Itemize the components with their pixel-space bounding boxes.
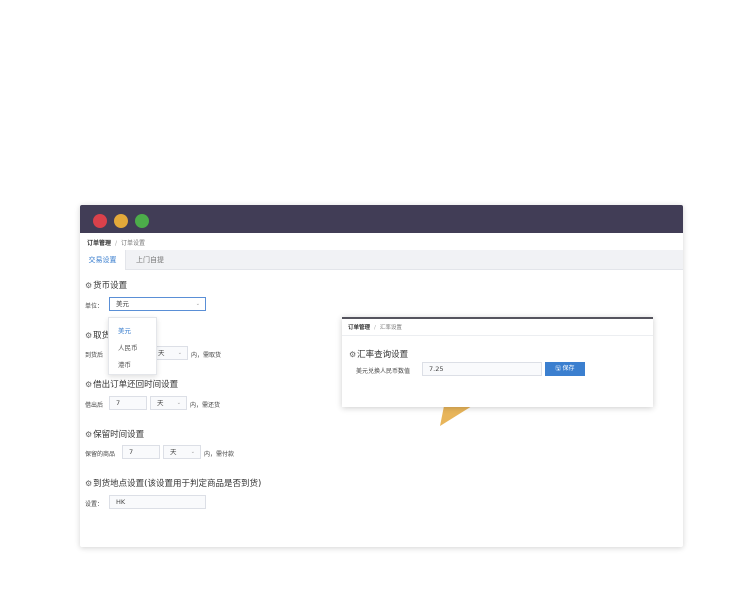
breadcrumb-current: 订单设置: [121, 240, 146, 247]
return-days-input[interactable]: 7: [109, 396, 147, 410]
pickup-prefix-label: 到货后: [85, 352, 104, 359]
return-title-text: 借出订单还回时间设置: [93, 380, 179, 390]
retain-unit-select[interactable]: 天 ⌄: [163, 445, 201, 459]
pickup-suffix-label: 内，需取货: [191, 352, 222, 359]
currency-option-hkd[interactable]: 港币: [118, 359, 131, 369]
location-label: 设置：: [85, 501, 104, 508]
popup-breadcrumb-separator: /: [374, 325, 376, 331]
retain-days-value: 7: [129, 448, 134, 456]
retain-title-text: 保留时间设置: [93, 430, 145, 440]
settings-gear-icon: ⚙: [85, 430, 93, 439]
return-unit-value: 天: [157, 399, 164, 407]
tab-self-pickup[interactable]: 上门自提: [130, 250, 170, 270]
pickup-unit-value: 天: [158, 349, 165, 357]
exchange-rate-label: 美元兑换人民币数值: [356, 368, 411, 375]
chevron-down-icon: ⌄: [195, 301, 200, 307]
save-icon: 🖫: [555, 365, 561, 372]
close-window-button[interactable]: [93, 214, 107, 228]
return-suffix-label: 内，需还货: [190, 402, 221, 409]
location-section-title: ⚙到货地点设置(该设置用于判定商品是否到货): [85, 477, 261, 489]
location-title-text: 到货地点设置(该设置用于判定商品是否到货): [93, 479, 262, 489]
settings-gear-icon: ⚙: [85, 281, 93, 290]
currency-dropdown-menu: 美元 人民币 港币: [108, 317, 157, 375]
exchange-rate-panel: 订单管理 / 汇率设置 ⚙汇率查询设置 美元兑换人民币数值 7.25 🖫 保存: [342, 317, 653, 407]
callout-pointer: [440, 406, 472, 426]
location-input[interactable]: HK: [109, 495, 206, 509]
popup-breadcrumb-current: 汇率设置: [379, 325, 402, 331]
return-unit-select[interactable]: 天 ⌄: [150, 396, 187, 410]
retain-section-title: ⚙保留时间设置: [85, 428, 144, 440]
currency-option-usd[interactable]: 美元: [118, 325, 131, 335]
return-days-value: 7: [116, 399, 121, 407]
retain-unit-value: 天: [170, 448, 177, 456]
exchange-rate-value: 7.25: [429, 365, 444, 373]
popup-breadcrumb-parent[interactable]: 订单管理: [348, 325, 370, 331]
currency-select[interactable]: 美元 ⌄: [109, 297, 206, 311]
breadcrumb: 订单管理 / 订单设置: [87, 238, 145, 247]
return-section-title: ⚙借出订单还回时间设置: [85, 378, 178, 390]
exchange-rate-title: ⚙汇率查询设置: [349, 348, 408, 360]
chevron-down-icon: ⌄: [176, 400, 181, 406]
tab-trade-settings[interactable]: 交易设置: [80, 250, 126, 270]
settings-gear-icon: ⚙: [85, 331, 93, 340]
exchange-rate-title-text: 汇率查询设置: [357, 350, 409, 360]
settings-gear-icon: ⚙: [85, 479, 93, 488]
save-button[interactable]: 🖫 保存: [545, 362, 585, 376]
retain-prefix-label: 保留的商品: [85, 451, 116, 458]
currency-unit-label: 单位：: [85, 303, 104, 310]
chevron-down-icon: ⌄: [190, 449, 195, 455]
settings-gear-icon: ⚙: [349, 350, 357, 359]
return-prefix-label: 借出后: [85, 402, 104, 409]
currency-option-cny[interactable]: 人民币: [118, 342, 138, 352]
chevron-down-icon: ⌄: [177, 350, 182, 356]
save-button-label: 保存: [562, 365, 575, 372]
currency-section-title: ⚙货币设置: [85, 279, 127, 291]
popup-breadcrumb: 订单管理 / 汇率设置: [348, 323, 402, 331]
currency-select-value: 美元: [116, 300, 129, 308]
retain-suffix-label: 内，需付款: [204, 451, 235, 458]
maximize-window-button[interactable]: [135, 214, 149, 228]
popup-divider: [342, 335, 653, 336]
breadcrumb-parent[interactable]: 订单管理: [87, 240, 111, 247]
breadcrumb-separator: /: [115, 240, 118, 247]
currency-title-text: 货币设置: [93, 281, 128, 291]
minimize-window-button[interactable]: [114, 214, 128, 228]
retain-days-input[interactable]: 7: [122, 445, 160, 459]
location-value: HK: [116, 498, 126, 506]
settings-gear-icon: ⚙: [85, 380, 93, 389]
tab-bar: 交易设置 上门自提: [80, 250, 683, 270]
title-bar: [80, 205, 683, 233]
pickup-section-title: ⚙取货: [85, 329, 110, 341]
exchange-rate-input[interactable]: 7.25: [422, 362, 542, 376]
